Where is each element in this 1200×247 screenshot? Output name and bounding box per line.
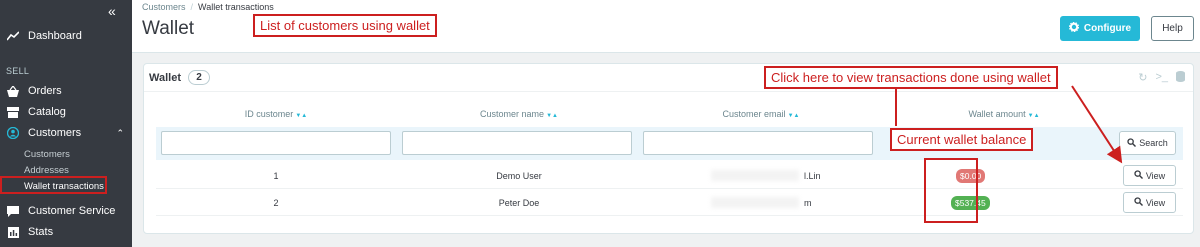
arrow-to-view-button [1071, 85, 1123, 164]
annotation-arrows [895, 85, 1123, 164]
